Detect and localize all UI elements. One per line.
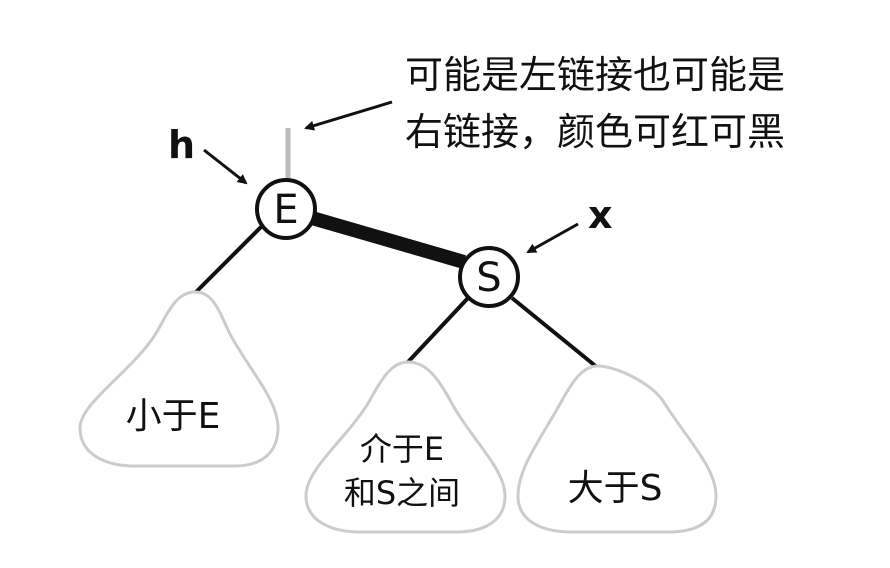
middle-link <box>406 296 470 364</box>
subtree-left-label: 小于E <box>126 396 221 437</box>
red-black-tree-diagram: E S h x 可能是左链接也可能是 右链接，颜色可红可黑 小于E 介于E 和S… <box>78 53 785 534</box>
annotation-line1: 可能是左链接也可能是 <box>405 53 785 97</box>
pointer-x-label: x <box>588 193 613 237</box>
right-link <box>510 296 600 370</box>
subtree-middle-label-line1: 介于E <box>360 430 444 468</box>
pointer-h-label: h <box>168 123 195 167</box>
arrow-x <box>526 222 579 254</box>
arrow-h <box>203 148 248 185</box>
annotation-line2: 右链接，颜色可红可黑 <box>405 110 785 154</box>
red-link-e-s <box>310 211 466 269</box>
subtree-left-shape <box>78 290 280 468</box>
node-s-label: S <box>476 255 501 301</box>
arrow-annotation <box>304 100 393 131</box>
left-link <box>193 224 264 295</box>
subtree-middle-label-line2: 和S之间 <box>344 474 460 512</box>
node-e-label: E <box>273 187 298 233</box>
subtree-right-label: 大于S <box>568 468 663 509</box>
